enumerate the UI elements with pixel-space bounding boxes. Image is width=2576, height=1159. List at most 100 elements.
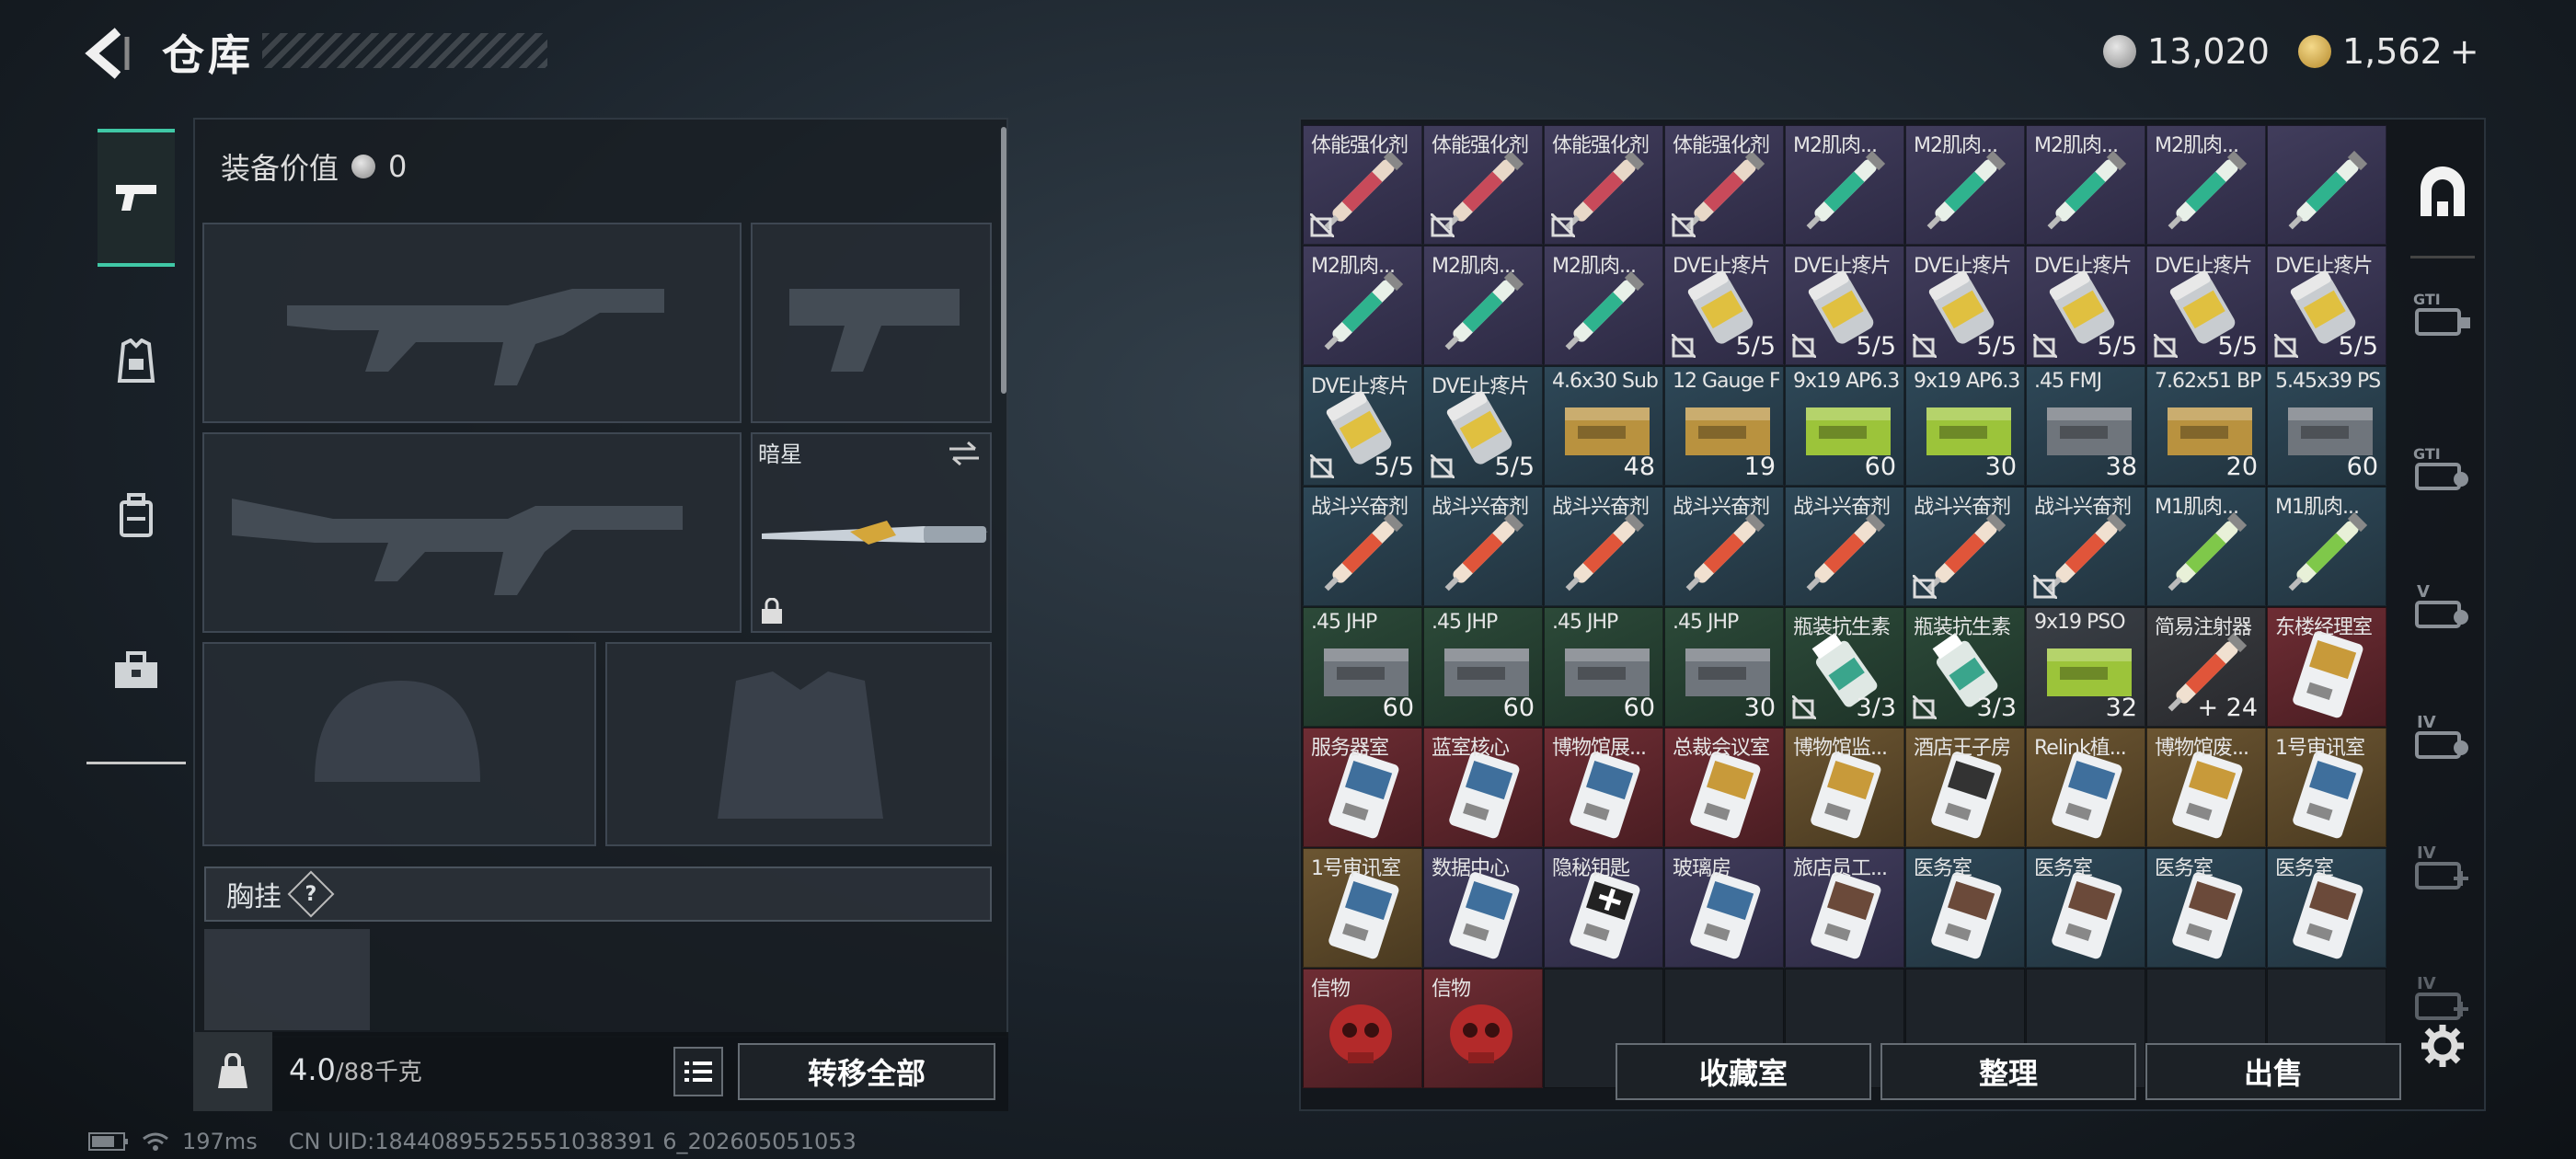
inventory-item[interactable]: M2肌肉... xyxy=(1785,125,1904,245)
sidearm-slot[interactable] xyxy=(751,223,992,423)
inventory-item[interactable]: 9x19 AP6.3 60 xyxy=(1785,366,1904,486)
chest-rig-slot[interactable] xyxy=(204,929,370,1030)
inventory-item[interactable]: 简易注射器 + 24 xyxy=(2146,607,2266,727)
inventory-item[interactable]: 玻璃房 xyxy=(1664,848,1784,968)
inventory-item[interactable]: 医务室 xyxy=(1905,848,2025,968)
inventory-item[interactable]: 7.62x51 BPZ 20 xyxy=(2146,366,2266,486)
backpack-icon xyxy=(120,493,153,537)
inventory-item[interactable]: M2肌肉... xyxy=(1905,125,2025,245)
inventory-item[interactable]: DVE止疼片 5/5 xyxy=(1423,366,1543,486)
help-button[interactable]: ? xyxy=(287,870,335,918)
storage-tab-main[interactable] xyxy=(2401,142,2484,243)
inventory-item[interactable]: DVE止疼片 5/5 xyxy=(2146,246,2266,365)
inventory-item[interactable]: 东楼经理室 xyxy=(2267,607,2386,727)
inventory-item[interactable]: DVE止疼片 5/5 xyxy=(1905,246,2025,365)
sell-button[interactable]: 出售 xyxy=(2145,1043,2401,1100)
inventory-item[interactable]: 瓶装抗生素 3/3 xyxy=(1785,607,1904,727)
helmet-slot[interactable] xyxy=(202,642,596,846)
inventory-item[interactable]: .45 JHP 30 xyxy=(1664,607,1784,727)
nav-backpack[interactable] xyxy=(98,447,175,585)
inventory-item[interactable]: 隐秘钥匙 xyxy=(1544,848,1663,968)
inventory-item[interactable]: M1肌肉... xyxy=(2146,487,2266,606)
inventory-item[interactable]: M2肌肉... xyxy=(1544,246,1663,365)
inventory-item[interactable]: .45 FMJ 38 xyxy=(2026,366,2145,486)
user-uid: CN UID:18440895525551038391 6_2026050510… xyxy=(288,1129,857,1154)
inventory-item[interactable]: 医务室 xyxy=(2146,848,2266,968)
inventory-item[interactable]: 博物馆监... xyxy=(1785,728,1904,847)
inventory-item[interactable]: 战斗兴奋剂 xyxy=(1544,487,1663,606)
inventory-item[interactable]: 1号审讯室 xyxy=(1303,848,1422,968)
inventory-item[interactable]: DVE止疼片 5/5 xyxy=(2267,246,2386,365)
armor-slot[interactable] xyxy=(605,642,992,846)
inventory-item[interactable]: 旅店员工... xyxy=(1785,848,1904,968)
silver-currency: 13,020 xyxy=(2103,26,2270,77)
inventory-item[interactable]: 5.45x39 PS 60 xyxy=(2267,366,2386,486)
inventory-item[interactable]: 战斗兴奋剂 xyxy=(2026,487,2145,606)
storage-tab-gti-2[interactable]: GTI xyxy=(2401,418,2484,519)
inventory-item[interactable]: .45 JHP 60 xyxy=(1303,607,1422,727)
storage-tab-iv[interactable]: IV xyxy=(2401,686,2484,787)
inventory-item[interactable]: 体能强化剂 xyxy=(1303,125,1422,245)
inventory-item[interactable]: 体能强化剂 xyxy=(1423,125,1543,245)
inventory-item[interactable]: 12 Gauge FTX 19 xyxy=(1664,366,1784,486)
list-view-button[interactable] xyxy=(673,1047,723,1096)
back-button[interactable] xyxy=(81,26,145,81)
organize-button[interactable]: 整理 xyxy=(1880,1043,2136,1100)
collection-room-button[interactable]: 收藏室 xyxy=(1616,1043,1871,1100)
inventory-item[interactable]: .45 JHP 60 xyxy=(1544,607,1663,727)
secondary-weapon-slot[interactable] xyxy=(202,432,742,633)
inventory-item[interactable]: DVE止疼片 5/5 xyxy=(1785,246,1904,365)
weight-current: 4.0 xyxy=(289,1052,336,1087)
inventory-item[interactable]: M2肌肉... xyxy=(1303,246,1422,365)
item-name: DVE止疼片 xyxy=(1793,255,1892,278)
inventory-item[interactable]: 战斗兴奋剂 xyxy=(1664,487,1784,606)
inventory-item[interactable]: 9x19 PSO 32 xyxy=(2026,607,2145,727)
inventory-item[interactable]: 战斗兴奋剂 xyxy=(1423,487,1543,606)
inventory-item[interactable]: Relink植... xyxy=(2026,728,2145,847)
inventory-item[interactable]: 战斗兴奋剂 xyxy=(1905,487,2025,606)
inventory-item[interactable]: 瓶装抗生素 3/3 xyxy=(1905,607,2025,727)
syringe-teal-icon xyxy=(2268,126,2386,244)
inventory-item[interactable]: M2肌肉... xyxy=(2026,125,2145,245)
inventory-item[interactable]: .45 JHP 60 xyxy=(1423,607,1543,727)
inventory-item[interactable]: 博物馆废... xyxy=(2146,728,2266,847)
inventory-item[interactable]: 4.6x30 Subsonic 48 xyxy=(1544,366,1663,486)
nav-armor[interactable] xyxy=(98,293,175,430)
loadout-scrollbar[interactable] xyxy=(1001,127,1006,394)
melee-slot[interactable]: 暗星 xyxy=(751,432,992,633)
inventory-item[interactable]: M1肌肉... xyxy=(2267,487,2386,606)
inventory-item[interactable]: M2肌肉... xyxy=(1423,246,1543,365)
nav-case[interactable] xyxy=(98,602,175,740)
gold-currency[interactable]: 1,562 + xyxy=(2298,26,2479,77)
inventory-item[interactable]: 蓝室核心 xyxy=(1423,728,1543,847)
inventory-item[interactable] xyxy=(2267,125,2386,245)
inventory-item[interactable]: DVE止疼片 5/5 xyxy=(1664,246,1784,365)
inventory-item[interactable]: 服务器室 xyxy=(1303,728,1422,847)
primary-weapon-slot[interactable] xyxy=(202,223,742,423)
storage-tab-v[interactable]: V xyxy=(2401,556,2484,657)
inventory-item[interactable]: 体能强化剂 xyxy=(1664,125,1784,245)
inventory-item[interactable]: 战斗兴奋剂 xyxy=(1785,487,1904,606)
inventory-item[interactable]: 医务室 xyxy=(2267,848,2386,968)
inventory-item[interactable]: DVE止疼片 5/5 xyxy=(2026,246,2145,365)
settings-button[interactable] xyxy=(2420,1023,2466,1069)
swap-icon[interactable] xyxy=(948,440,981,467)
inventory-item[interactable]: DVE止疼片 5/5 xyxy=(1303,366,1422,486)
inventory-item[interactable]: 博物馆展... xyxy=(1544,728,1663,847)
inventory-item[interactable]: 战斗兴奋剂 xyxy=(1303,487,1422,606)
nav-weapons[interactable] xyxy=(98,129,175,267)
inventory-item[interactable]: 医务室 xyxy=(2026,848,2145,968)
inventory-item[interactable]: 1号审讯室 xyxy=(2267,728,2386,847)
inventory-item[interactable]: 总裁会议室 xyxy=(1664,728,1784,847)
item-name: 战斗兴奋剂 xyxy=(2034,496,2132,519)
inventory-item[interactable]: 体能强化剂 xyxy=(1544,125,1663,245)
no-trade-icon xyxy=(1310,213,1334,237)
storage-tab-gti[interactable]: GTI xyxy=(2401,263,2484,364)
inventory-item[interactable]: 9x19 AP6.3 30 xyxy=(1905,366,2025,486)
inventory-item[interactable]: 酒店王子房 xyxy=(1905,728,2025,847)
inventory-item[interactable]: 数据中心 xyxy=(1423,848,1543,968)
inventory-item[interactable]: M2肌肉... xyxy=(2146,125,2266,245)
add-currency-button[interactable]: + xyxy=(2450,31,2479,72)
storage-tab-iv-plus[interactable]: IV xyxy=(2401,817,2484,918)
transfer-all-button[interactable]: 转移全部 xyxy=(738,1043,995,1100)
